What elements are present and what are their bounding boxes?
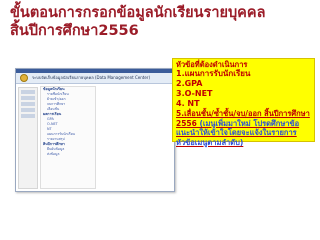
callout-item: 4. NT <box>176 99 200 108</box>
screenshot-sidebar <box>18 87 38 189</box>
slide-title-line-2: สิ้นปีการศึกษา2556 <box>10 23 139 39</box>
callout-item-5: 5.เลื่อนชั้น/ซ้ำชั้น/จบ/ออก สิ้นปีการศึก… <box>176 109 311 147</box>
menu-item[interactable]: ส่งข้อมูล <box>41 152 95 157</box>
callout-item: 2.GPA <box>176 79 203 88</box>
screenshot-menu: ข้อมูลนักเรียน รายชื่อนักเรียน ย้ายเข้า/… <box>40 86 96 189</box>
sidebar-item[interactable] <box>21 102 35 106</box>
sidebar-item[interactable] <box>21 96 35 100</box>
screenshot-content-area <box>98 86 172 189</box>
callout-item: 1.แผนการรับนักเรียน <box>176 69 251 78</box>
system-screenshot: ระบบจัดเก็บข้อมูลนักเรียนรายบุคคล (Data … <box>15 68 175 192</box>
sidebar-item[interactable] <box>21 108 35 112</box>
slide-title-line-1: ขั้นตอนการกรอกข้อมูลนักเรียนรายบุคคล <box>10 5 266 21</box>
instruction-callout: หัวข้อที่ต้องดำเนินการ 1.แผนการรับนักเรี… <box>172 58 315 147</box>
sidebar-item[interactable] <box>21 90 35 94</box>
callout-heading: หัวข้อที่ต้องดำเนินการ <box>176 60 248 69</box>
screenshot-header-text: ระบบจัดเก็บข้อมูลนักเรียนรายบุคคล (Data … <box>32 75 150 80</box>
screenshot-body: ข้อมูลนักเรียน รายชื่อนักเรียน ย้ายเข้า/… <box>16 84 174 191</box>
callout-item: 3.O-NET <box>176 89 213 98</box>
slide-title: ขั้นตอนการกรอกข้อมูลนักเรียนรายบุคคล สิ้… <box>10 4 310 40</box>
school-logo-icon <box>20 74 28 82</box>
screenshot-header: ระบบจัดเก็บข้อมูลนักเรียนรายบุคคล (Data … <box>16 73 174 84</box>
sidebar-item[interactable] <box>21 114 35 118</box>
